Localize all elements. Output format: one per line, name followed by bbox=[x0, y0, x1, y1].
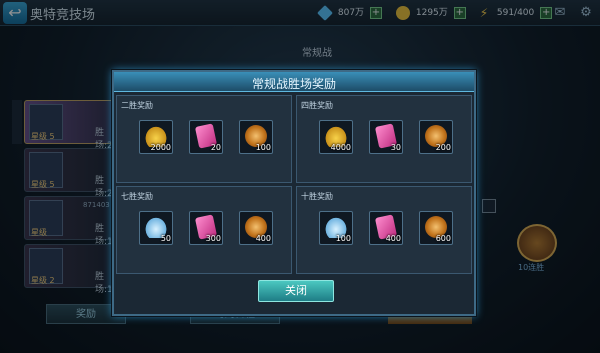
reward-item[interactable]: 100 bbox=[319, 211, 353, 245]
reward-qty: 600 bbox=[435, 234, 451, 243]
close-button[interactable]: 关闭 bbox=[258, 280, 334, 302]
reward-qty: 50 bbox=[160, 234, 171, 243]
reward-item[interactable]: 30 bbox=[369, 120, 403, 154]
reward-qty: 100 bbox=[335, 234, 351, 243]
reward-item[interactable]: 400 bbox=[239, 211, 273, 245]
reward-item[interactable]: 400 bbox=[369, 211, 403, 245]
reward-item[interactable]: 2000 bbox=[139, 120, 173, 154]
reward-section: 四胜奖励 4000 30 200 bbox=[296, 95, 472, 183]
reward-section: 七胜奖励 50 300 400 bbox=[116, 186, 292, 274]
reward-section: 十胜奖励 100 400 600 bbox=[296, 186, 472, 274]
section-title: 四胜奖励 bbox=[301, 101, 333, 110]
reward-item[interactable]: 20 bbox=[189, 120, 223, 154]
reward-qty: 4000 bbox=[330, 143, 351, 152]
reward-qty: 20 bbox=[210, 143, 221, 152]
reward-item[interactable]: 300 bbox=[189, 211, 223, 245]
rewards-modal: 常规战胜场奖励 二胜奖励 2000 20 100 四胜奖励 4000 30 20… bbox=[112, 70, 476, 316]
reward-item[interactable]: 100 bbox=[239, 120, 273, 154]
section-title: 七胜奖励 bbox=[121, 192, 153, 201]
reward-item[interactable]: 50 bbox=[139, 211, 173, 245]
section-title: 十胜奖励 bbox=[301, 192, 333, 201]
reward-qty: 200 bbox=[435, 143, 451, 152]
reward-qty: 400 bbox=[385, 234, 401, 243]
reward-section: 二胜奖励 2000 20 100 bbox=[116, 95, 292, 183]
reward-qty: 100 bbox=[255, 143, 271, 152]
reward-item[interactable]: 4000 bbox=[319, 120, 353, 154]
reward-qty: 400 bbox=[255, 234, 271, 243]
section-title: 二胜奖励 bbox=[121, 101, 153, 110]
reward-item[interactable]: 600 bbox=[419, 211, 453, 245]
modal-title: 常规战胜场奖励 bbox=[251, 77, 336, 91]
reward-qty: 300 bbox=[205, 234, 221, 243]
reward-qty: 30 bbox=[390, 143, 401, 152]
reward-item[interactable]: 200 bbox=[419, 120, 453, 154]
reward-qty: 2000 bbox=[150, 143, 171, 152]
modal-header: 常规战胜场奖励 bbox=[114, 72, 474, 92]
